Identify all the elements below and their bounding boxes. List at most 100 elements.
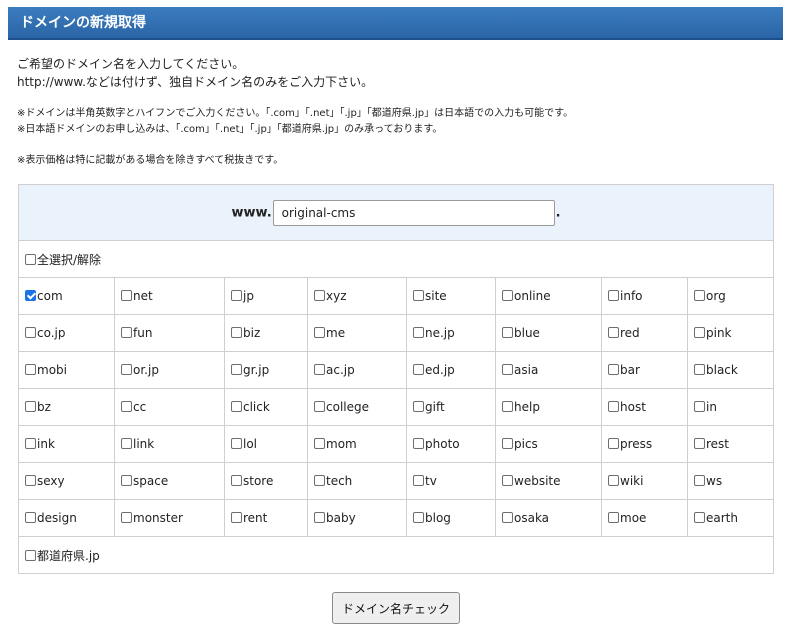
tld-checkbox[interactable] (25, 401, 36, 412)
tld-label[interactable]: ink (37, 437, 55, 451)
tld-checkbox[interactable] (694, 512, 705, 523)
tld-option-tv[interactable]: tv (406, 462, 496, 500)
tld-checkbox[interactable] (413, 364, 424, 375)
tld-label[interactable]: blue (514, 326, 540, 340)
tld-option-bz[interactable]: bz (18, 388, 115, 426)
tld-checkbox[interactable] (413, 290, 424, 301)
tld-option-fun[interactable]: fun (114, 314, 225, 352)
tld-option-co-jp[interactable]: co.jp (18, 314, 115, 352)
tld-label[interactable]: ed.jp (425, 363, 455, 377)
tld-label[interactable]: com (37, 289, 63, 303)
tld-label[interactable]: co.jp (37, 326, 66, 340)
tld-checkbox[interactable] (25, 364, 36, 375)
tld-checkbox[interactable] (121, 401, 132, 412)
tld-checkbox[interactable] (502, 512, 513, 523)
tld-option-host[interactable]: host (601, 388, 688, 426)
tld-option-cc[interactable]: cc (114, 388, 225, 426)
tld-option-moe[interactable]: moe (601, 499, 688, 537)
tld-option-jp[interactable]: jp (224, 277, 308, 315)
prefecture-checkbox[interactable] (25, 549, 36, 561)
tld-option-ink[interactable]: ink (18, 425, 115, 463)
select-all-label[interactable]: 全選択/解除 (37, 253, 101, 267)
tld-option-store[interactable]: store (224, 462, 308, 500)
tld-checkbox[interactable] (608, 475, 619, 486)
tld-label[interactable]: photo (425, 437, 460, 451)
tld-checkbox[interactable] (608, 512, 619, 523)
tld-option-asia[interactable]: asia (495, 351, 602, 389)
tld-label[interactable]: sexy (37, 474, 65, 488)
tld-checkbox[interactable] (608, 401, 619, 412)
tld-label[interactable]: rest (706, 437, 729, 451)
tld-label[interactable]: college (326, 400, 369, 414)
prefecture-label[interactable]: 都道府県.jp (37, 549, 100, 563)
tld-checkbox[interactable] (608, 364, 619, 375)
tld-option-mobi[interactable]: mobi (18, 351, 115, 389)
tld-label[interactable]: tech (326, 474, 352, 488)
tld-label[interactable]: lol (243, 437, 257, 451)
tld-option-wiki[interactable]: wiki (601, 462, 688, 500)
tld-checkbox[interactable] (502, 438, 513, 449)
tld-checkbox[interactable] (231, 401, 242, 412)
tld-checkbox[interactable] (694, 475, 705, 486)
tld-option-site[interactable]: site (406, 277, 496, 315)
tld-label[interactable]: rent (243, 511, 267, 525)
tld-checkbox[interactable] (694, 438, 705, 449)
tld-option-com[interactable]: com (18, 277, 115, 315)
tld-option-ac-jp[interactable]: ac.jp (307, 351, 407, 389)
tld-checkbox[interactable] (121, 290, 132, 301)
tld-checkbox[interactable] (413, 475, 424, 486)
tld-checkbox[interactable] (502, 364, 513, 375)
tld-option-rest[interactable]: rest (686, 425, 775, 463)
tld-option-college[interactable]: college (307, 388, 407, 426)
tld-option-prefecture-jp[interactable]: 都道府県.jp (17, 536, 775, 574)
tld-checkbox[interactable] (231, 438, 242, 449)
tld-option-design[interactable]: design (18, 499, 115, 537)
tld-label[interactable]: pics (514, 437, 538, 451)
tld-option-blog[interactable]: blog (406, 499, 496, 537)
tld-label[interactable]: host (620, 400, 646, 414)
tld-label[interactable]: moe (620, 511, 646, 525)
tld-checkbox[interactable] (231, 327, 242, 338)
tld-label[interactable]: gift (425, 400, 445, 414)
tld-label[interactable]: mom (326, 437, 357, 451)
tld-option-tech[interactable]: tech (307, 462, 407, 500)
tld-checkbox[interactable] (231, 290, 242, 301)
tld-label[interactable]: red (620, 326, 640, 340)
tld-option-red[interactable]: red (601, 314, 688, 352)
tld-checkbox[interactable] (608, 290, 619, 301)
tld-option-black[interactable]: black (686, 351, 775, 389)
select-all-checkbox[interactable] (25, 253, 36, 265)
tld-checkbox[interactable] (231, 364, 242, 375)
tld-label[interactable]: osaka (514, 511, 549, 525)
tld-option-gr-jp[interactable]: gr.jp (224, 351, 308, 389)
tld-option-mom[interactable]: mom (307, 425, 407, 463)
tld-option-baby[interactable]: baby (307, 499, 407, 537)
tld-checkbox[interactable] (694, 401, 705, 412)
tld-label[interactable]: ws (706, 474, 722, 488)
tld-option-photo[interactable]: photo (406, 425, 496, 463)
tld-checkbox[interactable] (694, 364, 705, 375)
tld-option-website[interactable]: website (495, 462, 602, 500)
tld-checkbox[interactable] (121, 475, 132, 486)
tld-option-ed-jp[interactable]: ed.jp (406, 351, 496, 389)
tld-option-net[interactable]: net (114, 277, 225, 315)
tld-checkbox[interactable] (502, 475, 513, 486)
tld-label[interactable]: store (243, 474, 273, 488)
tld-checkbox[interactable] (694, 327, 705, 338)
tld-checkbox[interactable] (25, 475, 36, 486)
tld-option-xyz[interactable]: xyz (307, 277, 407, 315)
tld-checkbox[interactable] (413, 512, 424, 523)
tld-option-monster[interactable]: monster (114, 499, 225, 537)
tld-checkbox[interactable] (121, 438, 132, 449)
tld-label[interactable]: bar (620, 363, 640, 377)
tld-checkbox[interactable] (25, 327, 36, 338)
tld-checkbox[interactable] (25, 512, 36, 523)
tld-label[interactable]: website (514, 474, 561, 488)
tld-label[interactable]: baby (326, 511, 356, 525)
tld-label[interactable]: me (326, 326, 345, 340)
tld-option-lol[interactable]: lol (224, 425, 308, 463)
tld-checkbox[interactable] (121, 327, 132, 338)
tld-checkbox[interactable] (608, 438, 619, 449)
tld-checkbox[interactable] (608, 327, 619, 338)
tld-label[interactable]: gr.jp (243, 363, 269, 377)
